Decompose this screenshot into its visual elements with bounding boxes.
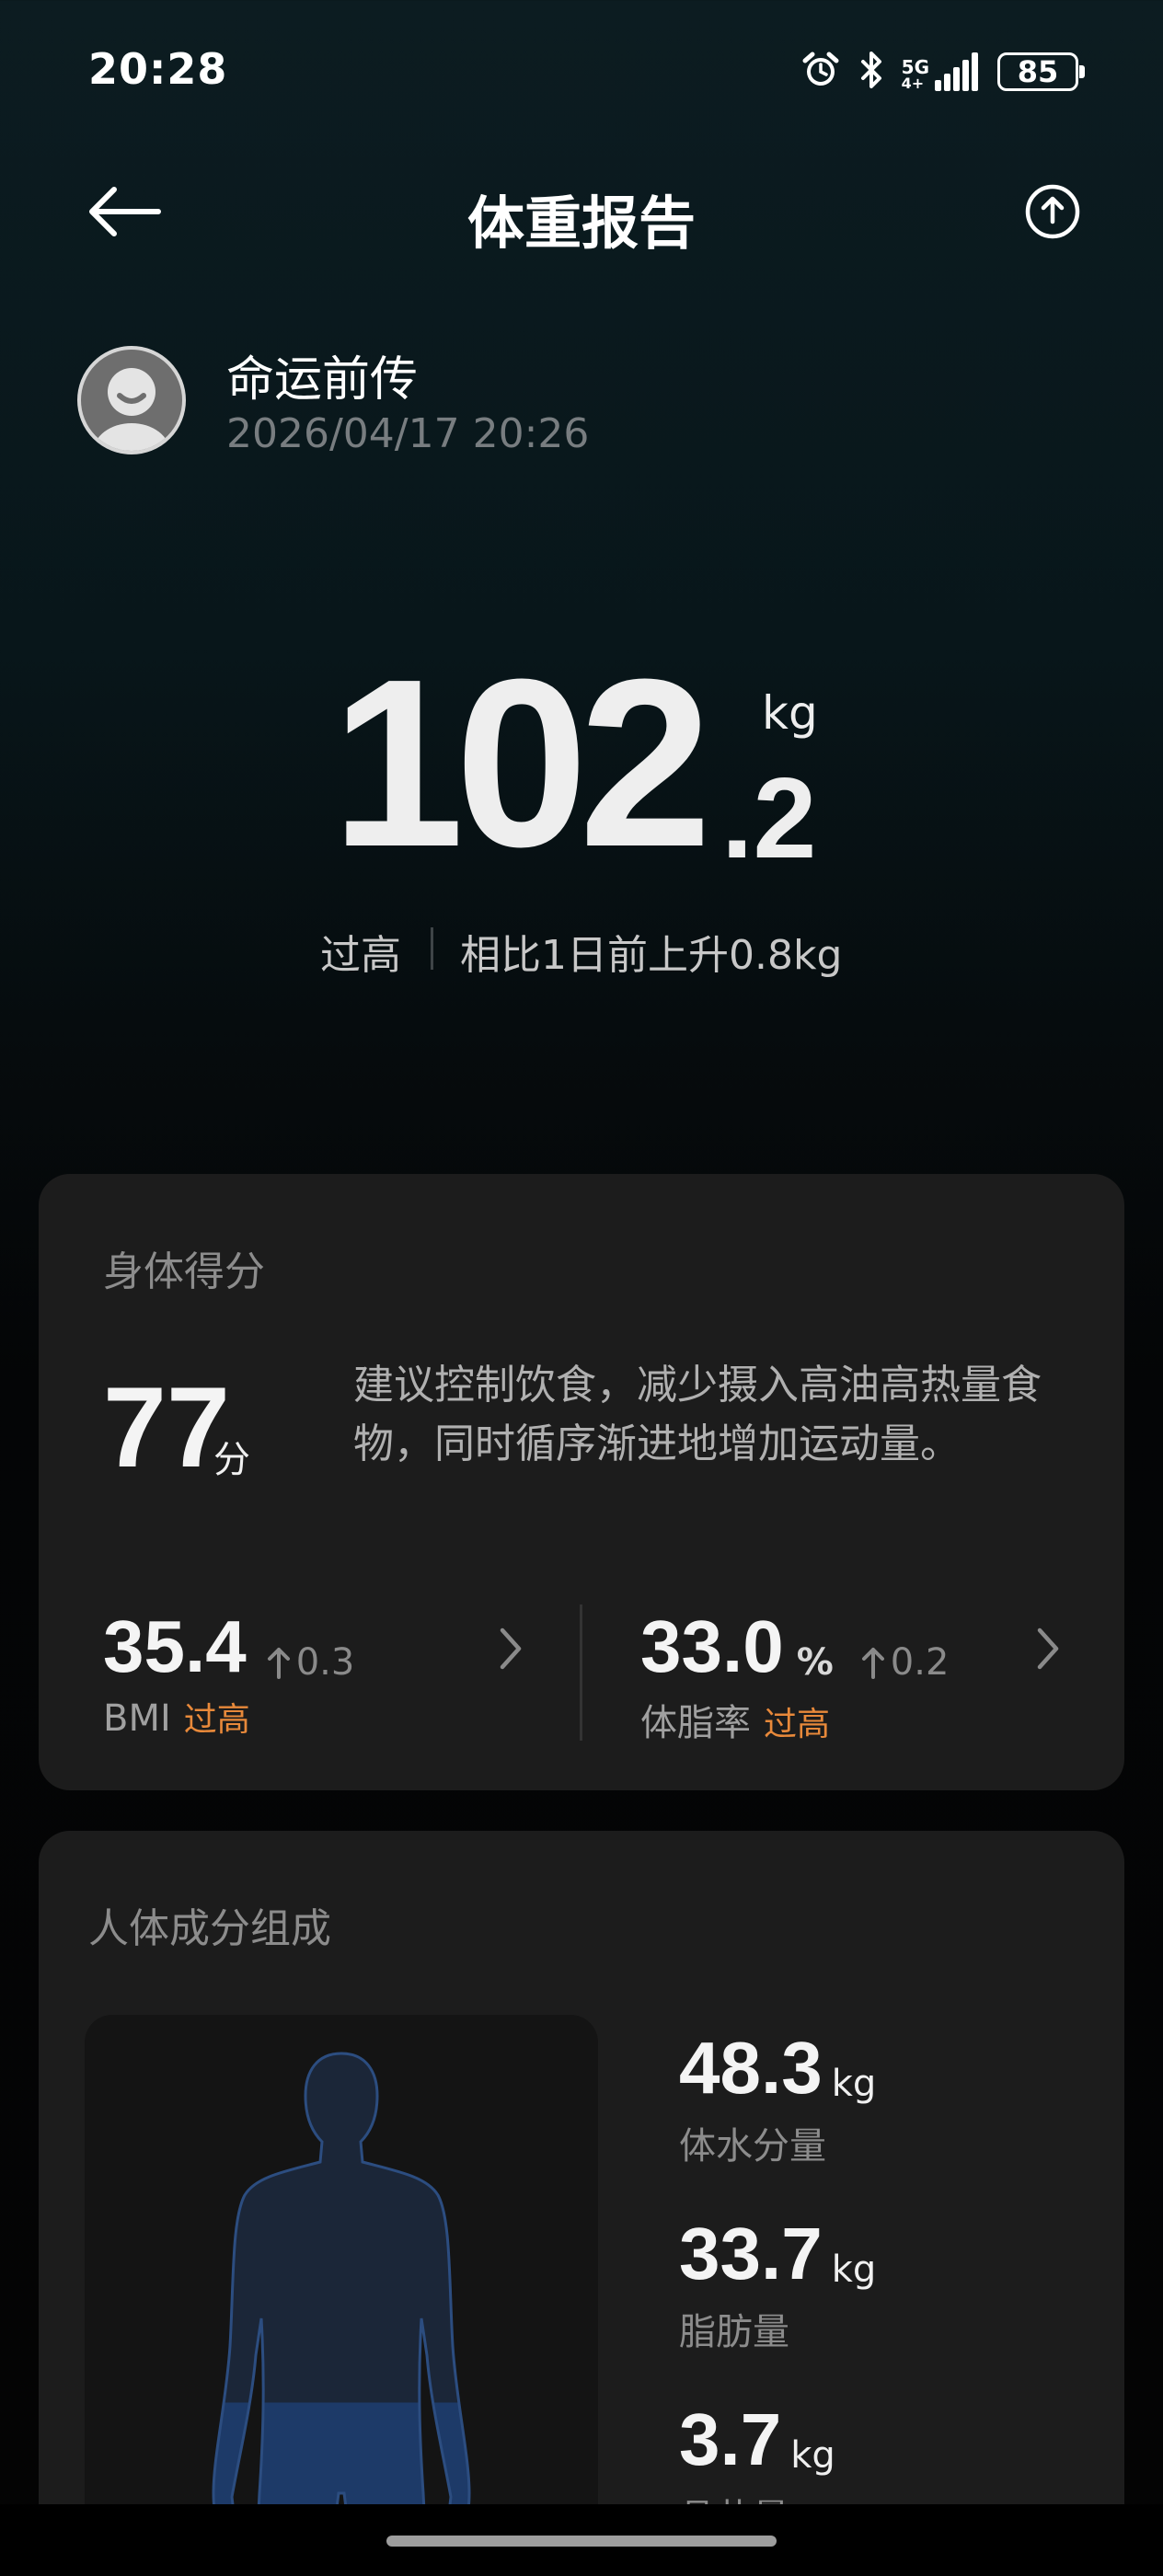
human-body-icon	[212, 2052, 471, 2576]
bmi-status: 过高	[183, 1701, 250, 1739]
body-fat-unit: %	[796, 1641, 834, 1684]
arrow-up-icon	[861, 1648, 884, 1679]
metric-divider	[580, 1604, 582, 1741]
body-figure-panel[interactable]	[85, 2015, 598, 2576]
fat-mass-label: 脂肪量	[679, 2311, 789, 2353]
bmi-delta: 0.3	[267, 1641, 355, 1684]
home-indicator[interactable]	[386, 2536, 777, 2547]
alarm-icon	[800, 50, 841, 94]
body-composition-card: 人体成分组成 48.3 kg 体水分量 33.7 kg 脂肪量 3.7 kg	[39, 1831, 1124, 2576]
avatar-person-icon	[93, 368, 170, 451]
chevron-right-icon[interactable]	[488, 1621, 534, 1676]
arrow-up-icon	[267, 1648, 290, 1679]
fat-mass-value: 33.7	[679, 2213, 823, 2294]
score-advice: 建议控制饮食，减少摄入高油高热量食物，同时循序渐进地增加运动量。	[353, 1362, 1042, 1467]
card-title: 人体成分组成	[88, 1905, 331, 1952]
chevron-right-icon[interactable]	[1025, 1621, 1071, 1676]
measure-datetime: 2026/04/17 20:26	[226, 410, 590, 457]
bmi-delta-value: 0.3	[295, 1641, 355, 1684]
composition-item: 33.7 kg 脂肪量	[679, 2217, 876, 2355]
bone-mass-value: 3.7	[679, 2398, 782, 2480]
status-icons: 5G 4+ 85	[800, 48, 1085, 96]
share-upload-icon	[1024, 183, 1081, 244]
bmi-label-row: BMI 过高	[103, 1693, 250, 1741]
battery-level: 85	[1017, 54, 1059, 89]
avatar[interactable]	[77, 346, 186, 454]
weight-value: 102	[331, 630, 712, 897]
body-fat-delta-value: 0.2	[890, 1641, 950, 1684]
weight-status: 过高	[320, 932, 401, 979]
bmi-value: 35.4	[103, 1605, 247, 1687]
fat-mass-unit: kg	[831, 2248, 877, 2291]
signal-icon: 5G 4+	[902, 52, 981, 91]
network-sub: 4+	[901, 75, 925, 92]
card-title: 身体得分	[103, 1248, 265, 1295]
water-unit: kg	[831, 2063, 877, 2105]
body-fat-metric[interactable]: 33.0 % 0.2	[640, 1605, 950, 1687]
status-time: 20:28	[88, 44, 228, 94]
body-fat-delta: 0.2	[861, 1641, 950, 1684]
water-label: 体水分量	[679, 2125, 826, 2168]
weight-compare: 相比1日前上升0.8kg	[460, 932, 843, 979]
water-value: 48.3	[679, 2027, 823, 2109]
body-fat-label-row: 体脂率 过高	[640, 1693, 830, 1746]
composition-item: 48.3 kg 体水分量	[679, 2031, 876, 2169]
share-button[interactable]	[1016, 177, 1089, 250]
divider	[431, 927, 433, 970]
page-title: 体重报告	[466, 190, 696, 257]
bone-mass-unit: kg	[790, 2434, 835, 2477]
body-fat-status: 过高	[764, 1706, 831, 1743]
bmi-metric[interactable]: 35.4 0.3	[103, 1605, 355, 1687]
weight-decimal: .2	[721, 755, 817, 882]
weight-unit: kg	[762, 686, 818, 740]
battery-icon: 85	[997, 52, 1085, 91]
score-unit: 分	[213, 1439, 250, 1481]
score-value: 77	[103, 1364, 230, 1491]
network-type: 5G	[901, 56, 929, 78]
body-score-card: 身体得分 77 分 建议控制饮食，减少摄入高油高热量食物，同时循序渐进地增加运动…	[39, 1174, 1124, 1790]
bmi-label: BMI	[103, 1697, 171, 1740]
body-fat-value: 33.0	[640, 1605, 784, 1687]
bluetooth-icon	[858, 50, 885, 94]
body-fat-label: 体脂率	[640, 1702, 751, 1744]
user-name: 命运前传	[226, 352, 419, 408]
